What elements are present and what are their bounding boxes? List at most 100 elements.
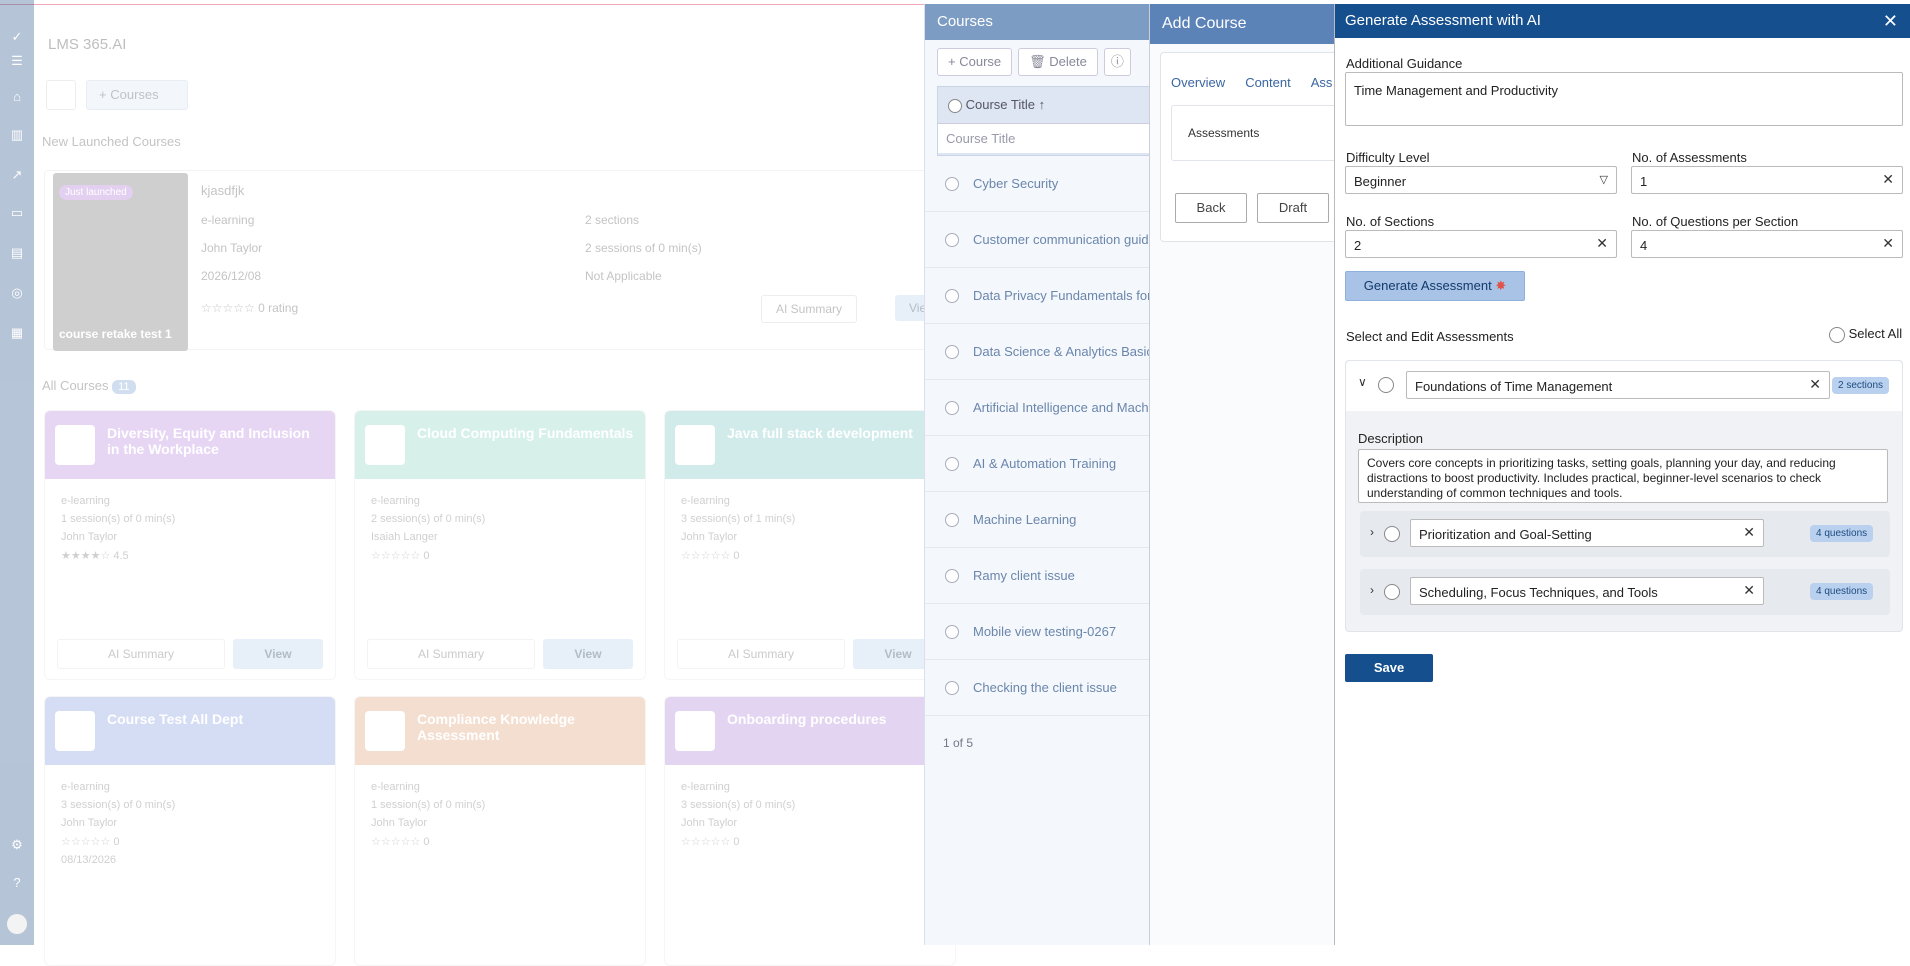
section-title-value: Prioritization and Goal-Setting [1419, 527, 1592, 542]
clear-icon[interactable]: ✕ [1743, 582, 1755, 599]
admin-icon[interactable]: ▦ [8, 326, 26, 340]
assessments-section: Assessments [1171, 105, 1341, 161]
row-radio[interactable] [945, 457, 959, 471]
card-sessions: 1 session(s) of 0 min(s) [61, 513, 176, 525]
tab-assessments[interactable]: Ass [1311, 75, 1333, 90]
row-radio[interactable] [945, 681, 959, 695]
card-author: John Taylor [371, 817, 428, 829]
clear-icon[interactable]: ✕ [1743, 524, 1755, 541]
clear-icon[interactable]: ✕ [1882, 235, 1894, 252]
row-title: Machine Learning [973, 512, 1077, 527]
section-title-input[interactable]: Prioritization and Goal-Setting ✕ [1410, 519, 1764, 547]
tab-overview[interactable]: Overview [1171, 75, 1225, 90]
row-radio[interactable] [945, 569, 959, 583]
course-title-column[interactable]: Course Title ↑ [938, 87, 1154, 113]
launched-course-card[interactable]: Just launched course retake test 1 kjasd… [44, 170, 949, 351]
row-radio[interactable] [945, 345, 959, 359]
num-sections-input[interactable]: 2 ✕ [1345, 230, 1617, 258]
list-item[interactable]: Data Privacy Fundamentals for Teams [925, 268, 1155, 324]
list-item[interactable]: Customer communication guide [925, 212, 1155, 268]
guidance-textarea[interactable]: Time Management and Productivity [1345, 72, 1903, 126]
chart-icon[interactable]: ↗ [8, 168, 26, 182]
clear-icon[interactable]: ✕ [1809, 376, 1821, 393]
brand-title: LMS 365.AI [48, 36, 127, 53]
save-button[interactable]: Save [1345, 654, 1433, 682]
row-radio[interactable] [945, 625, 959, 639]
ai-summary-button[interactable]: AI Summary [367, 639, 535, 669]
course-card[interactable]: Course Test All Dept e-learning 3 sessio… [44, 696, 336, 966]
row-radio[interactable] [945, 177, 959, 191]
course-card[interactable]: Compliance Knowledge Assessment e-learni… [354, 696, 646, 966]
avatar[interactable] [7, 914, 27, 934]
difficulty-select[interactable]: Beginner ▽ [1345, 166, 1617, 194]
select-all[interactable]: Select All [1829, 326, 1902, 343]
course-card[interactable]: Java full stack development e-learning 3… [664, 410, 956, 680]
section-radio[interactable] [1384, 584, 1400, 600]
delete-button[interactable]: 🗑 Delete [1018, 48, 1098, 76]
ai-summary-button[interactable]: AI Summary [677, 639, 845, 669]
add-course-button[interactable]: + Course [937, 48, 1013, 76]
row-radio[interactable] [945, 401, 959, 415]
all-courses-label: All Courses [42, 378, 109, 393]
card-title: Onboarding procedures [727, 711, 887, 727]
home-icon[interactable]: ⌂ [8, 90, 26, 104]
back-button[interactable]: Back [1175, 193, 1247, 223]
settings-icon[interactable]: ⚙ [8, 838, 26, 852]
list-item[interactable]: Cyber Security [925, 156, 1155, 212]
view-button[interactable]: View [233, 639, 323, 669]
chevron-right-icon[interactable]: › [1370, 583, 1374, 597]
row-radio[interactable] [945, 513, 959, 527]
assessment-title-input[interactable]: Foundations of Time Management ✕ [1406, 371, 1830, 399]
tab-content[interactable]: Content [1245, 75, 1291, 90]
view-button[interactable]: View [543, 639, 633, 669]
row-radio[interactable] [945, 233, 959, 247]
list-item[interactable]: Ramy client issue [925, 548, 1155, 604]
chevron-down-icon[interactable]: ∨ [1358, 375, 1367, 389]
list-item[interactable]: Data Science & Analytics Basics [925, 324, 1155, 380]
card-rating-value: 0 [733, 550, 740, 562]
assessment-radio[interactable] [1378, 377, 1394, 393]
book-icon[interactable]: ▭ [8, 206, 26, 220]
row-radio[interactable] [945, 289, 959, 303]
app-icon[interactable]: ✓ [8, 30, 26, 44]
launched-ai-summary-button[interactable]: AI Summary [761, 295, 858, 323]
select-all-radio[interactable] [948, 98, 962, 113]
card-sessions: 2 session(s) of 0 min(s) [371, 513, 486, 525]
card-type: e-learning [681, 495, 730, 507]
panel-title: Generate Assessment with AI [1345, 12, 1541, 29]
clear-icon[interactable]: ✕ [1596, 235, 1608, 252]
list-item[interactable]: Artificial Intelligence and Machine [925, 380, 1155, 436]
card-author: John Taylor [681, 531, 738, 543]
course-title-filter[interactable]: Course Title [938, 123, 1154, 153]
section-title-input[interactable]: Scheduling, Focus Techniques, and Tools ✕ [1410, 577, 1764, 605]
filter-button[interactable] [46, 80, 76, 110]
draft-button[interactable]: Draft [1257, 193, 1329, 223]
course-card[interactable]: Cloud Computing Fundamentals e-learning … [354, 410, 646, 680]
num-questions-input[interactable]: 4 ✕ [1631, 230, 1903, 258]
clear-icon[interactable]: ✕ [1882, 171, 1894, 188]
card-rating-value: 0 [733, 836, 740, 848]
info-icon[interactable]: ⓘ [1103, 48, 1131, 76]
ai-summary-button[interactable]: AI Summary [57, 639, 225, 669]
chevron-right-icon[interactable]: › [1370, 525, 1374, 539]
generate-assessment-button[interactable]: Generate Assessment ✸ [1345, 271, 1525, 301]
description-textarea[interactable]: Covers core concepts in prioritizing tas… [1358, 449, 1888, 503]
list-item[interactable]: Machine Learning [925, 492, 1155, 548]
sections-badge: 2 sections [1832, 377, 1890, 394]
list-item[interactable]: AI & Automation Training [925, 436, 1155, 492]
courses-button[interactable]: + Courses [86, 80, 188, 110]
pager: 1 of 5 [943, 736, 974, 750]
menu-icon[interactable]: ☰ [8, 54, 26, 68]
support-icon[interactable]: ◎ [8, 286, 26, 300]
section-radio[interactable] [1384, 526, 1400, 542]
help-icon[interactable]: ? [8, 876, 26, 890]
select-all-radio[interactable] [1829, 326, 1845, 343]
close-icon[interactable]: ✕ [1883, 4, 1898, 38]
course-card[interactable]: Onboarding procedures e-learning 3 sessi… [664, 696, 956, 966]
list-item[interactable]: Checking the client issue [925, 660, 1155, 716]
course-card[interactable]: Diversity, Equity and Inclusion in the W… [44, 410, 336, 680]
catalog-icon[interactable]: ▤ [8, 246, 26, 260]
list-item[interactable]: Mobile view testing-0267 [925, 604, 1155, 660]
reports-icon[interactable]: ▥ [8, 128, 26, 142]
num-assessments-input[interactable]: 1 ✕ [1631, 166, 1903, 194]
